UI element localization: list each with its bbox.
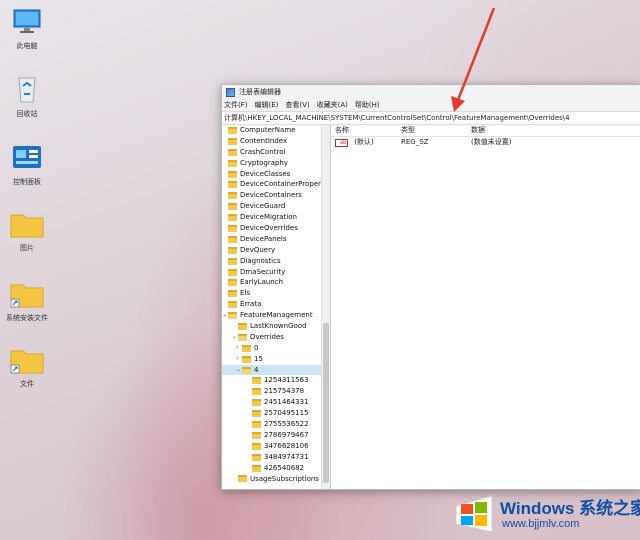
red-arrow-annotation (451, 7, 496, 112)
windows-logo-icon (455, 495, 493, 533)
watermark-brand: Windows 系统之家 (500, 499, 640, 518)
watermark: Windows 系统之家 www.bjjmlv.com (448, 488, 640, 540)
watermark-site: www.bjjmlv.com (502, 518, 580, 530)
